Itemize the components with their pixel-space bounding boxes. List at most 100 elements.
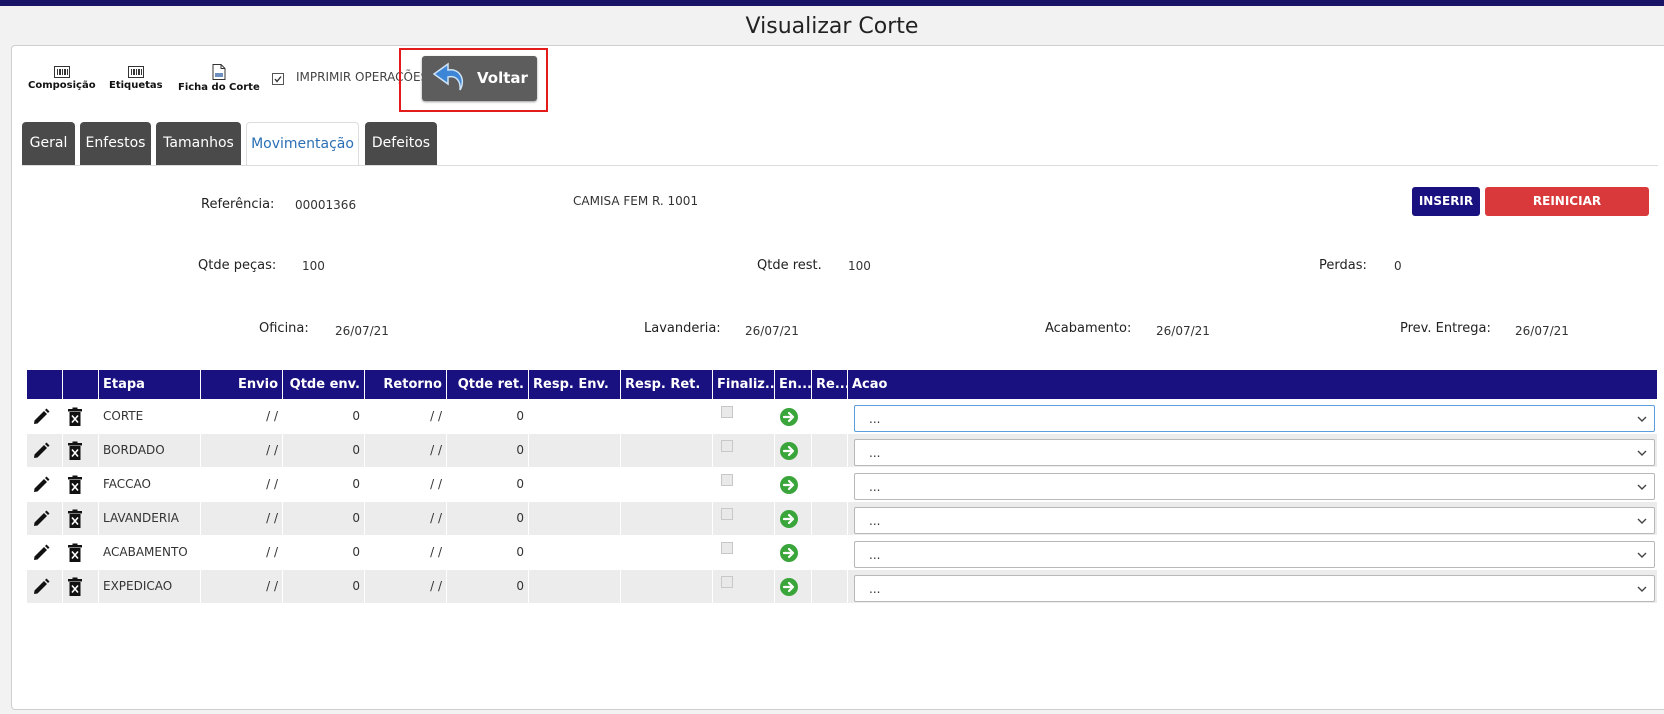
col-resp-env-header[interactable]: Resp. Env. xyxy=(529,370,621,399)
edit-button[interactable] xyxy=(27,502,63,535)
tab-geral[interactable]: Geral xyxy=(22,122,75,165)
finalizado-checkbox[interactable] xyxy=(721,440,733,452)
pencil-icon xyxy=(34,578,50,594)
acao-select[interactable]: ... xyxy=(854,575,1655,602)
re-cell xyxy=(812,536,848,569)
finalizado-checkbox[interactable] xyxy=(721,576,733,588)
resp-ret-cell xyxy=(621,502,713,535)
qtde-env-cell: 0 xyxy=(283,400,365,433)
finalizado-checkbox[interactable] xyxy=(721,542,733,554)
edit-button[interactable] xyxy=(27,468,63,501)
chevron-down-icon xyxy=(1637,586,1647,592)
delete-button[interactable] xyxy=(63,502,99,535)
etiquetas-button[interactable]: Etiquetas xyxy=(109,66,163,91)
edit-button[interactable] xyxy=(27,536,63,569)
retorno-cell: / / xyxy=(365,502,447,535)
enviar-button[interactable] xyxy=(775,468,812,501)
enviar-button[interactable] xyxy=(775,434,812,467)
re-cell xyxy=(812,468,848,501)
delete-button[interactable] xyxy=(63,468,99,501)
composicao-button[interactable]: Composição xyxy=(28,66,96,91)
tab-movimentacao[interactable]: Movimentação xyxy=(246,122,359,165)
col-qtde-env-header[interactable]: Qtde env. xyxy=(283,370,365,399)
acao-select[interactable]: ... xyxy=(854,507,1655,534)
col-acao-header[interactable]: Acao xyxy=(848,370,1657,399)
edit-button[interactable] xyxy=(27,434,63,467)
ficha-corte-button[interactable]: Ficha do Corte xyxy=(178,64,260,93)
finalizado-checkbox[interactable] xyxy=(721,508,733,520)
acabamento-value: 26/07/21 xyxy=(1156,324,1210,338)
col-retorno-header[interactable]: Retorno xyxy=(365,370,447,399)
enviar-button[interactable] xyxy=(775,400,812,433)
acao-cell: ... xyxy=(848,502,1657,535)
col-envio-header[interactable]: Envio xyxy=(201,370,283,399)
delete-button[interactable] xyxy=(63,434,99,467)
acao-cell: ... xyxy=(848,570,1657,603)
page-title: Visualizar Corte xyxy=(745,14,919,39)
enviar-button[interactable] xyxy=(775,536,812,569)
table-row: LAVANDERIA / /0/ /0... xyxy=(27,501,1657,535)
qtde-env-cell: 0 xyxy=(283,570,365,603)
re-cell xyxy=(812,400,848,433)
tab-defeitos[interactable]: Defeitos xyxy=(365,122,437,165)
finalizado-cell xyxy=(713,468,775,501)
resp-ret-cell xyxy=(621,570,713,603)
trash-icon xyxy=(68,475,82,494)
pencil-icon xyxy=(34,476,50,492)
delete-button[interactable] xyxy=(63,570,99,603)
acao-select[interactable]: ... xyxy=(854,439,1655,466)
enviar-button[interactable] xyxy=(775,502,812,535)
acao-select[interactable]: ... xyxy=(854,541,1655,568)
col-resp-ret-header[interactable]: Resp. Ret. xyxy=(621,370,713,399)
delete-button[interactable] xyxy=(63,536,99,569)
acao-select[interactable]: ... xyxy=(854,405,1655,432)
qtde-ret-cell: 0 xyxy=(447,400,529,433)
inserir-button[interactable]: INSERIR xyxy=(1412,187,1480,216)
retorno-cell: / / xyxy=(365,434,447,467)
finalizado-cell xyxy=(713,400,775,433)
envio-cell: / / xyxy=(201,570,283,603)
col-re-header[interactable]: Re... xyxy=(812,370,848,399)
acao-select[interactable]: ... xyxy=(854,473,1655,500)
tab-divider xyxy=(22,165,1658,166)
qtde-pecas-value: 100 xyxy=(302,259,325,273)
delete-button[interactable] xyxy=(63,400,99,433)
etapa-cell: BORDADO xyxy=(99,434,201,467)
referencia-label: Referência: xyxy=(201,197,275,212)
voltar-button[interactable]: Voltar xyxy=(422,56,537,101)
col-finaliz-header[interactable]: Finaliz... xyxy=(713,370,775,399)
qtde-rest-value: 100 xyxy=(848,259,871,273)
resp-env-cell xyxy=(529,502,621,535)
descricao-value: CAMISA FEM R. 1001 xyxy=(573,194,699,208)
chevron-down-icon xyxy=(1637,484,1647,490)
tab-enfestos[interactable]: Enfestos xyxy=(80,122,151,165)
qtde-rest-label: Qtde rest. xyxy=(757,258,822,273)
chevron-down-icon xyxy=(1637,450,1647,456)
reiniciar-conferencia-button[interactable]: REINICIAR CONFERÊNCIA xyxy=(1485,187,1649,237)
table-row: ACABAMENTO / /0/ /0... xyxy=(27,535,1657,569)
qtde-ret-cell: 0 xyxy=(447,570,529,603)
finalizado-checkbox[interactable] xyxy=(721,474,733,486)
lavanderia-value: 26/07/21 xyxy=(745,324,799,338)
oficina-label: Oficina: xyxy=(259,321,309,336)
qtde-env-cell: 0 xyxy=(283,434,365,467)
tab-tamanhos[interactable]: Tamanhos xyxy=(156,122,241,165)
barcode-icon xyxy=(127,66,144,78)
qtde-ret-cell: 0 xyxy=(447,502,529,535)
prev-entrega-label: Prev. Entrega: xyxy=(1400,321,1491,336)
acao-select-value: ... xyxy=(869,446,881,460)
edit-button[interactable] xyxy=(27,400,63,433)
pencil-icon xyxy=(34,408,50,424)
check-icon xyxy=(274,76,282,83)
pencil-icon xyxy=(34,442,50,458)
resp-env-cell xyxy=(529,570,621,603)
col-edit-header xyxy=(27,370,63,399)
edit-button[interactable] xyxy=(27,570,63,603)
imprimir-checkbox[interactable] xyxy=(272,73,284,85)
finalizado-checkbox[interactable] xyxy=(721,406,733,418)
enviar-button[interactable] xyxy=(775,570,812,603)
col-etapa-header[interactable]: Etapa xyxy=(99,370,201,399)
col-en-header[interactable]: En... xyxy=(775,370,812,399)
col-qtde-ret-header[interactable]: Qtde ret. xyxy=(447,370,529,399)
top-bar xyxy=(0,0,1664,6)
